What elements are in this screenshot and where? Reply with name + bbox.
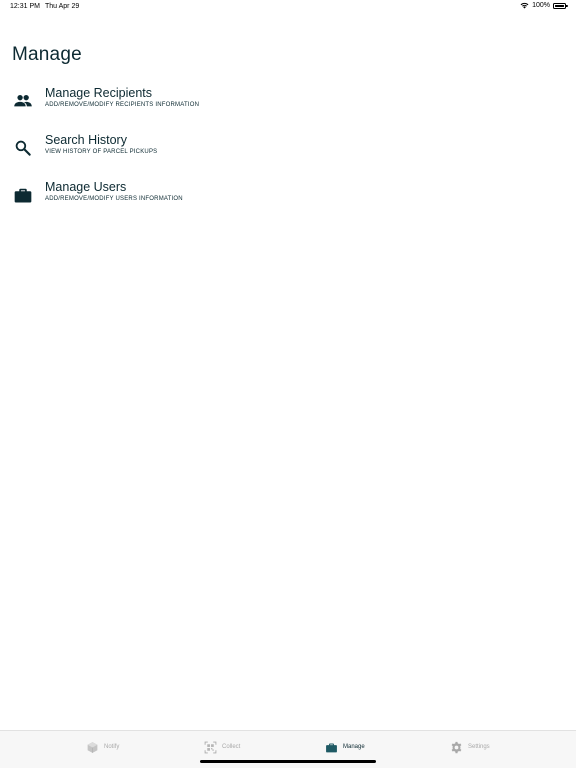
tab-manage[interactable]: Manage [325,739,365,755]
briefcase-icon [326,742,337,752]
gear-icon [451,741,462,753]
search-icon [15,140,31,156]
tab-settings[interactable]: Settings [450,739,490,755]
menu-item-subtitle: VIEW HISTORY OF PARCEL PICKUPS [45,149,158,155]
menu-item-manage-users[interactable]: Manage Users ADD/REMOVE/MODIFY USERS INF… [0,178,576,225]
tab-label: Settings [468,744,490,750]
tab-collect[interactable]: Collect [204,739,240,755]
menu-item-title: Manage Recipients [45,86,153,100]
tab-label: Notify [104,744,120,750]
tab-label: Manage [343,744,365,750]
status-indicators: 100% [520,2,568,9]
menu-item-subtitle: ADD/REMOVE/MODIFY RECIPIENTS INFORMATION [45,102,200,108]
status-date: Thu Apr 29 [45,3,80,10]
menu-item-subtitle: ADD/REMOVE/MODIFY USERS INFORMATION [45,196,183,202]
qr-scan-icon [204,741,217,753]
people-icon [14,95,32,107]
menu-item-manage-recipients[interactable]: Manage Recipients ADD/REMOVE/MODIFY RECI… [0,84,576,131]
menu-item-title: Search History [45,133,127,147]
battery-percent: 100% [532,2,550,9]
menu-item-title: Manage Users [45,180,127,194]
status-time: 12:31 PM [10,3,40,10]
home-indicator[interactable] [200,760,376,763]
package-icon [87,741,98,753]
page-title: Manage [12,44,82,65]
tab-label: Collect [222,744,241,750]
tab-notify[interactable]: Notify [86,739,119,755]
battery-icon [553,2,568,9]
manage-menu: Manage Recipients ADD/REMOVE/MODIFY RECI… [0,84,576,225]
menu-item-search-history[interactable]: Search History VIEW HISTORY OF PARCEL PI… [0,131,576,178]
briefcase-icon [14,188,32,203]
status-bar: 12:31 PM Thu Apr 29 100% [0,0,576,14]
wifi-icon [520,2,529,9]
